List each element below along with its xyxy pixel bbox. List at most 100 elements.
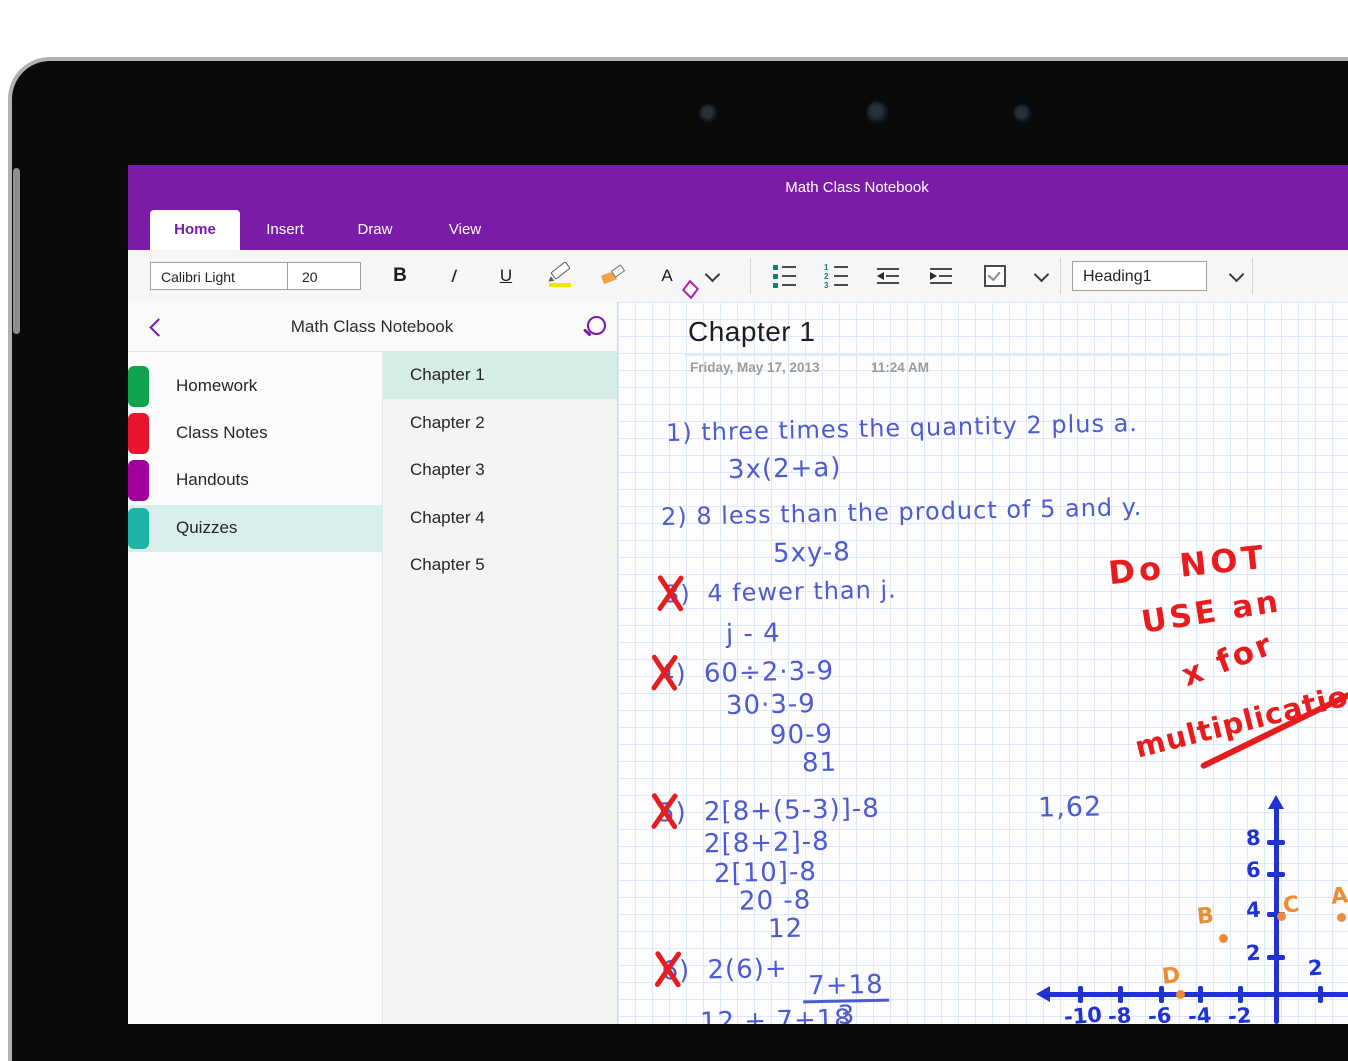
x-axis-label: -2: [1227, 1003, 1253, 1024]
increase-indent-button[interactable]: [923, 258, 959, 294]
more-formatting-button[interactable]: [694, 258, 730, 294]
more-tags-button[interactable]: [1023, 258, 1059, 294]
sidebar-item-homework[interactable]: Homework: [128, 363, 383, 410]
y-axis-label: 4: [1245, 897, 1262, 923]
font-name-select[interactable]: Calibri Light: [150, 262, 287, 290]
y-axis-label: 6: [1245, 857, 1262, 883]
item-number: 3): [663, 579, 691, 609]
decrease-indent-button[interactable]: [870, 258, 906, 294]
tab-insert[interactable]: Insert: [240, 210, 330, 250]
page-list: Chapter 1 Chapter 2 Chapter 3 Chapter 4 …: [383, 352, 617, 1024]
page-item-chapter-5[interactable]: Chapter 5: [383, 542, 617, 589]
y-axis-label: 2: [1245, 940, 1262, 966]
ribbon-tab-strip: Home Insert Draw View: [128, 210, 1348, 250]
chevron-down-icon: [704, 266, 720, 282]
tab-view[interactable]: View: [420, 210, 510, 250]
section-label: Handouts: [176, 470, 249, 489]
ink-text-underlined: 7+18: [776, 1004, 853, 1024]
toolbar-divider: [750, 258, 751, 294]
page-label: Chapter 1: [410, 365, 485, 384]
sidebar-item-class-notes[interactable]: Class Notes: [128, 410, 383, 457]
ink-line: 12: [767, 913, 804, 945]
item-number: 4): [657, 659, 688, 690]
camera-dot-icon: [1013, 104, 1032, 123]
format-painter-icon: [600, 264, 626, 287]
sidebar-header: Math Class Notebook: [128, 302, 617, 352]
ink-line: 90-9: [769, 719, 834, 751]
app-titlebar: Math Class Notebook: [128, 165, 1348, 210]
ink-text: 2(6)+: [707, 953, 788, 986]
numbered-list-button[interactable]: 1 2 3: [818, 258, 854, 294]
sidebar-item-handouts[interactable]: Handouts: [128, 457, 383, 504]
y-axis-label: 8: [1245, 825, 1262, 851]
x-tick: [1238, 986, 1243, 1003]
x-tick: [1318, 986, 1323, 1003]
x-axis-label: -8: [1107, 1003, 1133, 1024]
section-label: Homework: [176, 376, 258, 395]
y-tick: [1267, 872, 1285, 877]
italic-button[interactable]: I: [433, 258, 474, 294]
ink-line: 2[8+2]-8: [703, 826, 830, 860]
item-number: 6): [661, 955, 691, 987]
ribbon-toolbar: Calibri Light 20 B I U A 1 2 3 Heading1: [128, 250, 1348, 303]
page-title: Chapter 1: [688, 316, 816, 347]
increase-indent-icon: [930, 267, 952, 285]
page-item-chapter-4[interactable]: Chapter 4: [383, 495, 617, 542]
sidebar-notebook-title: Math Class Notebook: [290, 317, 454, 336]
tab-draw[interactable]: Draw: [330, 210, 420, 250]
chevron-down-icon: [1033, 266, 1049, 282]
bold-button[interactable]: B: [382, 258, 418, 294]
todo-tag-button[interactable]: [977, 258, 1013, 294]
numbered-list-icon: 1 2 3: [824, 263, 848, 289]
bullet-list-icon: [772, 264, 796, 288]
camera-icon: [866, 101, 889, 124]
ink-text: 4 fewer than j.: [707, 575, 898, 608]
x-axis-label: -6: [1147, 1003, 1173, 1024]
point-label: C: [1281, 892, 1301, 919]
tab-home[interactable]: Home: [150, 210, 240, 250]
ink-line: 2[10]-8: [713, 856, 818, 890]
point-label: A: [1329, 883, 1348, 910]
item-number: 5): [657, 797, 688, 829]
section-label: Quizzes: [176, 518, 238, 537]
ink-text: 2[8+(5-3)]-8: [703, 793, 881, 828]
x-tick: [1078, 986, 1083, 1003]
ink-line: 81: [801, 747, 838, 779]
onenote-app-window: Math Class Notebook Home Insert Draw Vie…: [128, 165, 1348, 1024]
font-color-button[interactable]: A: [649, 258, 700, 300]
sidebar-item-quizzes[interactable]: Quizzes: [128, 505, 383, 552]
ink-line: 30·3-9: [725, 689, 817, 721]
ink-line: 1) three times the quantity 2 plus a.: [665, 409, 1139, 447]
coordinate-plane: -10 -8 -6 -4 -2 2 8 6 4 2 A B C D: [1036, 788, 1348, 1024]
back-chevron-icon[interactable]: [149, 318, 168, 337]
plotted-point: [1176, 990, 1185, 999]
style-selector[interactable]: Heading1: [1072, 261, 1207, 291]
ink-line: 3x(2+a): [727, 452, 842, 486]
page-label: Chapter 5: [410, 555, 485, 574]
font-size-select[interactable]: 20: [287, 262, 361, 290]
chevron-down-icon: [1228, 266, 1244, 282]
checkbox-icon: [984, 265, 1006, 287]
section-color-tab: [128, 508, 149, 549]
style-dropdown-button[interactable]: [1218, 258, 1254, 294]
ink-line: 12 + 7+18: [700, 1004, 853, 1024]
x-tick: [1118, 986, 1123, 1003]
bullet-list-button[interactable]: [766, 258, 802, 294]
section-color-tab: [128, 366, 149, 407]
page-item-chapter-2[interactable]: Chapter 2: [383, 400, 617, 447]
page-item-chapter-1[interactable]: Chapter 1: [383, 352, 617, 399]
section-label: Class Notes: [176, 423, 268, 442]
section-list: Homework Class Notes Handouts Quizzes: [128, 352, 383, 1024]
point-label: D: [1160, 963, 1182, 990]
ink-text: 60÷2·3-9: [703, 656, 835, 689]
underline-button[interactable]: U: [488, 258, 524, 294]
plotted-point: [1219, 934, 1228, 943]
note-canvas[interactable]: Chapter 1 Friday, May 17, 2013 11:24 AM …: [617, 302, 1348, 1024]
x-axis-label: 2: [1307, 955, 1324, 981]
page-item-chapter-3[interactable]: Chapter 3: [383, 447, 617, 494]
y-tick: [1267, 955, 1285, 960]
format-painter-button[interactable]: [595, 258, 631, 294]
search-icon[interactable]: [587, 316, 606, 335]
highlighter-button[interactable]: [542, 258, 578, 294]
point-label: B: [1195, 903, 1216, 930]
